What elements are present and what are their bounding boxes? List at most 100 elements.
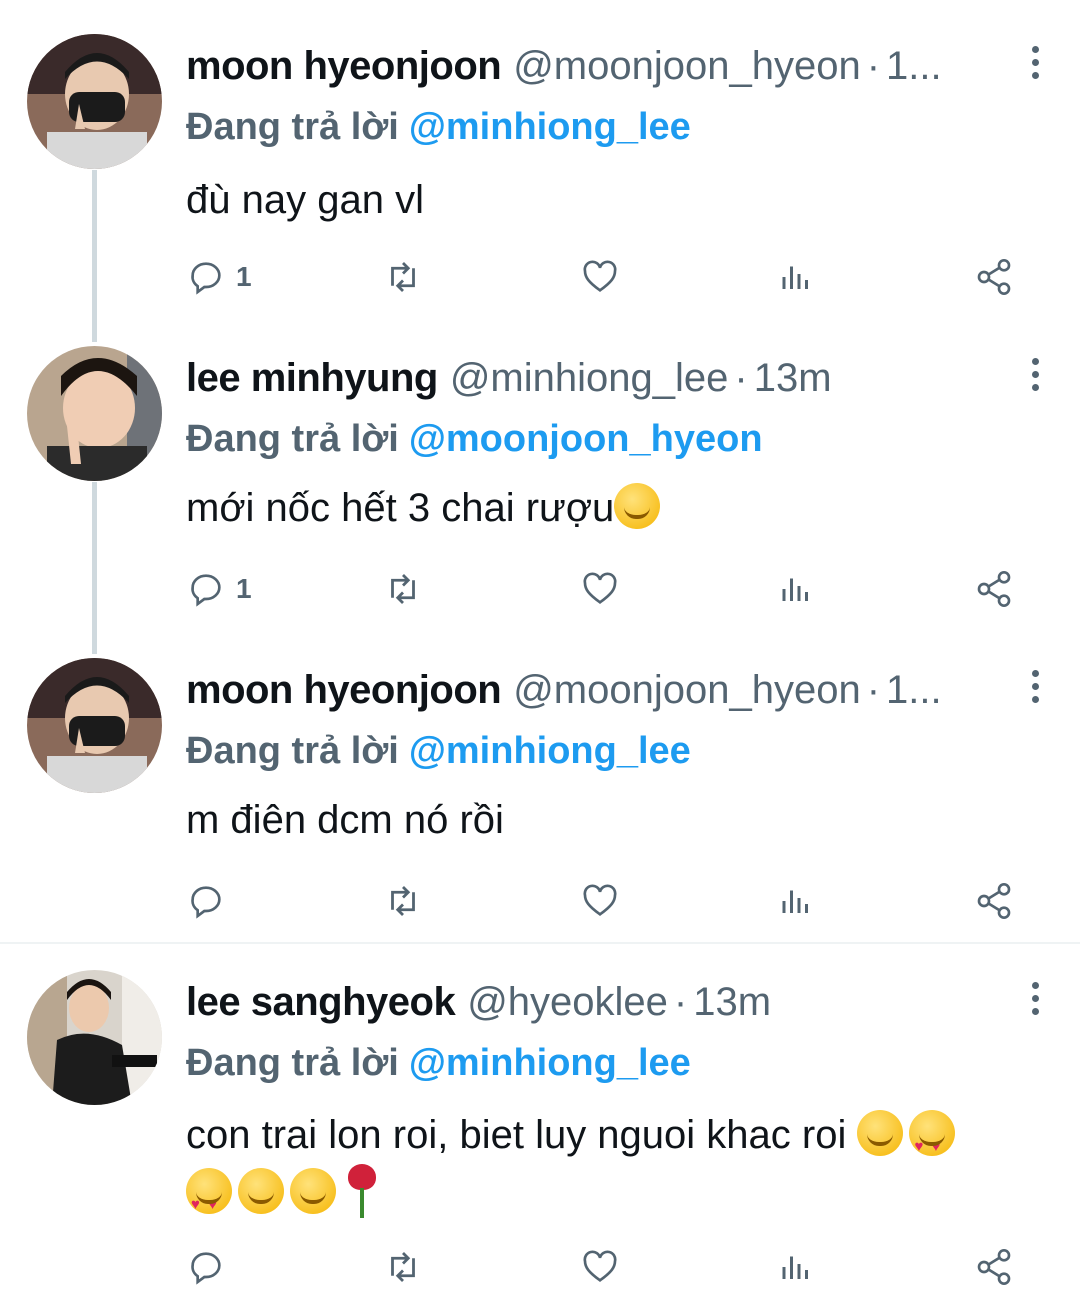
tweet-header: moon hyeonjoon @moonjoon_hyeon · 1... xyxy=(186,658,1020,722)
avatar[interactable] xyxy=(27,346,162,481)
timestamp[interactable]: 13m xyxy=(693,980,771,1024)
share-icon xyxy=(977,1249,1011,1285)
tweet-actions: 1 xyxy=(186,564,1040,614)
views-button[interactable] xyxy=(778,876,814,926)
reply-button[interactable] xyxy=(186,1242,226,1292)
tweet[interactable]: moon hyeonjoon @moonjoon_hyeon · 1... Đang … xyxy=(0,658,1080,938)
tweet-text-content: mới nốc hết 3 chai rượu xyxy=(186,486,615,530)
reply-prefix: Đang trả lời xyxy=(186,418,399,460)
display-name[interactable]: lee sanghyeok xyxy=(186,980,456,1024)
tweet-text: m điên dcm nó rồi xyxy=(186,792,1040,848)
tweet-header: lee sanghyeok @hyeoklee · 13m xyxy=(186,970,1020,1034)
tweet-text: mới nốc hết 3 chai rượu xyxy=(186,480,1040,536)
tweet-actions xyxy=(186,876,1040,926)
tweet-text: đù nay gan vl xyxy=(186,172,1040,228)
retweet-icon xyxy=(391,262,415,292)
share-icon xyxy=(977,883,1011,919)
separator-dot: · xyxy=(734,356,748,400)
retweet-icon xyxy=(391,1252,415,1282)
tweet-text-content: con trai lon roi, biet luy nguoi khac ro… xyxy=(186,1113,847,1157)
timestamp[interactable]: 1... xyxy=(886,668,942,712)
avatar[interactable] xyxy=(27,970,162,1105)
tweet[interactable]: lee sanghyeok @hyeoklee · 13m Đang trả lời @… xyxy=(0,970,1080,1301)
views-button[interactable] xyxy=(778,1242,814,1292)
avatar[interactable] xyxy=(27,34,162,169)
retweet-button[interactable] xyxy=(382,876,424,926)
more-icon[interactable] xyxy=(1028,670,1042,710)
display-name[interactable]: moon hyeonjoon xyxy=(186,668,502,712)
reply-button[interactable] xyxy=(186,876,226,926)
views-icon xyxy=(782,578,808,601)
retweet-button[interactable] xyxy=(382,564,424,614)
reply-button[interactable]: 1 xyxy=(186,252,252,302)
separator-dot: · xyxy=(866,44,881,88)
sweat-smile-emoji xyxy=(614,483,661,529)
views-button[interactable] xyxy=(778,564,814,614)
display-name[interactable]: lee minhyung xyxy=(186,356,438,400)
user-handle[interactable]: @moonjoon_hyeon xyxy=(513,44,861,88)
like-button[interactable] xyxy=(580,564,620,614)
user-handle[interactable]: @minhiong_lee xyxy=(450,356,729,400)
like-icon xyxy=(583,884,617,916)
tweet-text-content: m điên dcm nó rồi xyxy=(186,798,504,842)
tweet[interactable]: lee minhyung @minhiong_lee · 13m Đang trả l… xyxy=(0,346,1080,646)
reply-icon xyxy=(191,262,221,295)
reply-context: Đang trả lời @minhiong_lee xyxy=(186,102,691,152)
reply-context: Đang trả lời @minhiong_lee xyxy=(186,1038,691,1088)
more-icon[interactable] xyxy=(1028,46,1042,86)
share-button[interactable] xyxy=(974,1242,1014,1292)
reply-prefix: Đang trả lời xyxy=(186,106,399,148)
reply-icon xyxy=(191,1252,221,1285)
mention-link[interactable]: @moonjoon_hyeon xyxy=(409,418,763,460)
like-icon xyxy=(583,260,617,292)
like-icon xyxy=(583,572,617,604)
separator-dot: · xyxy=(866,668,881,712)
user-handle[interactable]: @hyeoklee xyxy=(467,980,668,1024)
retweet-icon xyxy=(391,886,415,916)
divider xyxy=(0,942,1080,944)
slight-smile-emoji xyxy=(290,1168,336,1214)
mention-link[interactable]: @minhiong_lee xyxy=(409,106,691,148)
share-icon xyxy=(977,259,1011,295)
reply-count: 1 xyxy=(236,261,252,292)
like-button[interactable] xyxy=(580,1242,620,1292)
reply-context: Đang trả lời @minhiong_lee xyxy=(186,726,691,776)
reply-button[interactable]: 1 xyxy=(186,564,252,614)
tweet-actions xyxy=(186,1242,1040,1292)
views-icon xyxy=(782,1256,808,1279)
share-button[interactable] xyxy=(974,252,1014,302)
mention-link[interactable]: @minhiong_lee xyxy=(409,730,691,772)
mention-link[interactable]: @minhiong_lee xyxy=(409,1042,691,1084)
display-name[interactable]: moon hyeonjoon xyxy=(186,44,502,88)
timestamp[interactable]: 1... xyxy=(886,44,942,88)
relaxed-emoji xyxy=(857,1110,904,1156)
reply-prefix: Đang trả lời xyxy=(186,730,399,772)
tweet-text-content: đù nay gan vl xyxy=(186,178,424,222)
reply-icon xyxy=(191,574,221,607)
tweet-actions: 1 xyxy=(186,252,1040,302)
more-icon[interactable] xyxy=(1028,982,1042,1022)
kissing-heart-emoji xyxy=(186,1168,232,1234)
reply-count: 1 xyxy=(236,573,252,604)
yum-emoji xyxy=(238,1168,284,1214)
tweet[interactable]: moon hyeonjoon @moonjoon_hyeon · 1... Đang … xyxy=(0,34,1080,334)
like-button[interactable] xyxy=(580,252,620,302)
views-icon xyxy=(782,890,808,913)
share-button[interactable] xyxy=(974,564,1014,614)
like-button[interactable] xyxy=(580,876,620,926)
tweet-text: con trai lon roi, biet luy nguoi khac ro… xyxy=(186,1106,1040,1234)
reply-icon xyxy=(191,886,221,919)
retweet-icon xyxy=(391,574,415,604)
retweet-button[interactable] xyxy=(382,1242,424,1292)
views-icon xyxy=(782,266,808,289)
more-icon[interactable] xyxy=(1028,358,1042,398)
share-icon xyxy=(977,571,1011,607)
user-handle[interactable]: @moonjoon_hyeon xyxy=(513,668,861,712)
share-button[interactable] xyxy=(974,876,1014,926)
retweet-button[interactable] xyxy=(382,252,424,302)
views-button[interactable] xyxy=(778,252,814,302)
avatar[interactable] xyxy=(27,658,162,793)
timestamp[interactable]: 13m xyxy=(754,356,832,400)
separator-dot: · xyxy=(673,980,688,1024)
tweet-header: moon hyeonjoon @moonjoon_hyeon · 1... xyxy=(186,34,1020,98)
